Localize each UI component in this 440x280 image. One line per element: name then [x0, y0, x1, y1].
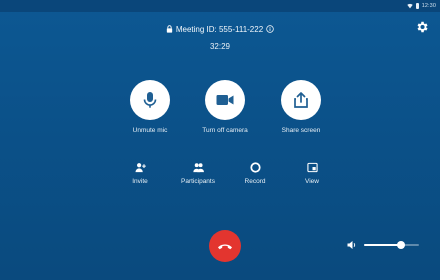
- people-icon: [192, 163, 204, 173]
- status-bar: 12:30: [0, 0, 440, 12]
- volume-slider-track[interactable]: [364, 241, 419, 249]
- microphone-icon: [143, 92, 157, 108]
- info-icon[interactable]: [266, 25, 274, 33]
- share-button-circle[interactable]: [281, 80, 321, 120]
- view-label: View: [305, 178, 319, 185]
- volume-slider-fill: [364, 244, 402, 246]
- meeting-header: Meeting ID: 555-111-222 32:29: [0, 20, 440, 52]
- camera-button-circle[interactable]: [205, 80, 245, 120]
- end-call-icon: [218, 244, 232, 250]
- lock-icon: [166, 25, 173, 33]
- wifi-icon: [407, 3, 413, 9]
- turn-off-camera-button[interactable]: Turn off camera: [185, 80, 265, 135]
- end-call-button[interactable]: [209, 230, 241, 262]
- view-layout-icon: [306, 162, 318, 173]
- view-button[interactable]: View: [282, 162, 342, 186]
- participants-button[interactable]: Participants: [168, 162, 228, 186]
- battery-icon: [415, 3, 419, 9]
- video-camera-icon: [216, 95, 234, 105]
- add-person-icon: [134, 163, 146, 173]
- call-timer: 32:29: [209, 42, 231, 51]
- status-time: 12:30: [421, 3, 436, 9]
- speaker-icon: [347, 241, 356, 249]
- turn-off-camera-label: Turn off camera: [202, 127, 248, 134]
- participants-label: Participants: [181, 178, 215, 185]
- call-screen: 12:30 Meeting ID: 555-111-222 32:29 Unmu…: [0, 0, 440, 280]
- share-screen-label: Share screen: [281, 127, 321, 134]
- invite-label: Invite: [132, 178, 148, 185]
- unmute-mic-label: Unmute mic: [132, 127, 168, 134]
- volume-control: [347, 238, 425, 252]
- mic-button-circle[interactable]: [130, 80, 170, 120]
- share-screen-icon: [294, 92, 308, 108]
- share-screen-button[interactable]: Share screen: [261, 80, 341, 135]
- meeting-id: Meeting ID: 555-111-222: [175, 24, 264, 34]
- record-icon: [249, 162, 261, 173]
- volume-slider-thumb[interactable]: [397, 241, 406, 249]
- unmute-mic-button[interactable]: Unmute mic: [110, 80, 190, 135]
- invite-button[interactable]: Invite: [110, 162, 170, 186]
- record-label: Record: [244, 178, 266, 185]
- meeting-id-row: Meeting ID: 555-111-222: [166, 24, 274, 35]
- record-button[interactable]: Record: [225, 162, 285, 186]
- status-icons: 12:30: [407, 2, 436, 10]
